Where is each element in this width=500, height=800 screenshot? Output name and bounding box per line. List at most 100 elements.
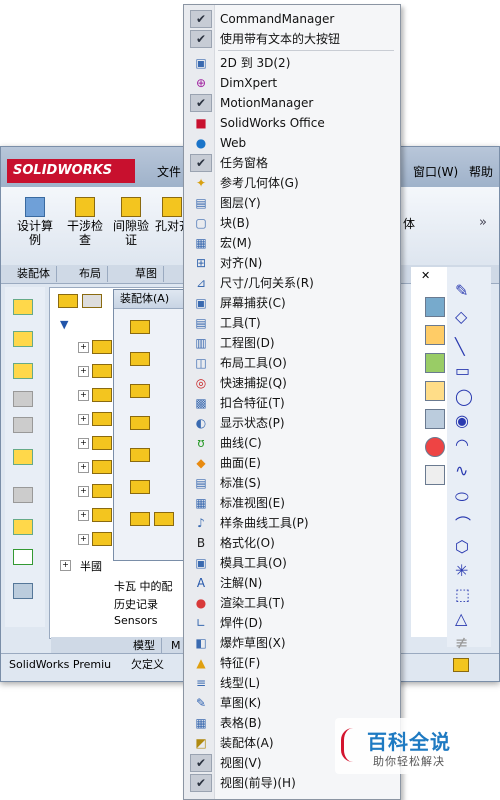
menu-item[interactable]: ✔ CommandManager xyxy=(186,9,398,29)
menu-item[interactable]: ✔ 任务窗格 xyxy=(186,153,398,173)
menu-item[interactable]: ⊿ 尺寸/几何关系(R) xyxy=(186,273,398,293)
design-table-button[interactable]: 设计算 例 xyxy=(13,197,57,247)
menu-item[interactable]: ▩ 扣合特征(T) xyxy=(186,393,398,413)
menu-item[interactable]: ʊ 曲线(C) xyxy=(186,433,398,453)
point-icon[interactable]: ✳ xyxy=(455,561,468,580)
menu-item[interactable]: ▲ 特征(F) xyxy=(186,653,398,673)
line-icon[interactable]: ╲ xyxy=(455,337,465,356)
menu-item[interactable]: ■ SolidWorks Office xyxy=(186,113,398,133)
insert-component-icon[interactable] xyxy=(130,320,150,334)
tool-icon-10[interactable] xyxy=(13,583,33,599)
menu-item[interactable]: ◫ 布局工具(O) xyxy=(186,353,398,373)
tab-sketch[interactable]: 草图 xyxy=(129,266,164,282)
smart-dimension-icon[interactable]: ✎ xyxy=(455,281,468,300)
menu-item[interactable]: ✔ 使用带有文本的大按钮 xyxy=(186,29,398,49)
ribbon-item-body[interactable]: 体 xyxy=(399,217,419,231)
menu-file[interactable]: 文件 xyxy=(157,163,181,180)
mirror-icon[interactable]: △ xyxy=(455,609,467,628)
tree-expander[interactable]: + xyxy=(78,462,89,473)
folder-icon[interactable] xyxy=(425,381,445,401)
menu-item[interactable]: ♪ 样条曲线工具(P) xyxy=(186,513,398,533)
menu-item[interactable]: ⊞ 对齐(N) xyxy=(186,253,398,273)
menu-item[interactable]: ◐ 显示状态(P) xyxy=(186,413,398,433)
tree-expander[interactable]: + xyxy=(78,390,89,401)
tree-expander[interactable]: + xyxy=(78,414,89,425)
new-motion-icon[interactable] xyxy=(154,512,174,526)
menu-item[interactable]: ▤ 标准(S) xyxy=(186,473,398,493)
tree-item-mates[interactable]: 卡瓦 中的配 xyxy=(114,578,173,594)
home-icon[interactable] xyxy=(425,325,445,345)
spline-icon[interactable]: ∿ xyxy=(455,461,468,480)
tool-icon-1[interactable] xyxy=(13,299,33,315)
menu-item[interactable]: ◆ 曲面(E) xyxy=(186,453,398,473)
polygon-icon[interactable]: ⬡ xyxy=(455,537,469,556)
tool-icon-6[interactable] xyxy=(13,449,33,465)
menu-item[interactable]: ▣ 模具工具(O) xyxy=(186,553,398,573)
tree-item-subassembly[interactable]: 半國 xyxy=(80,558,102,574)
clearance-verify-button[interactable]: 间隙验 证 xyxy=(109,197,153,247)
graphics-area[interactable]: ✕ xyxy=(411,267,449,637)
ribbon-more-icon[interactable]: » xyxy=(479,215,487,230)
show-hidden-icon[interactable] xyxy=(130,448,150,462)
tool-icon-5[interactable] xyxy=(13,417,33,433)
view-icon-1[interactable] xyxy=(425,297,445,317)
interference-check-button[interactable]: 干涉检 查 xyxy=(63,197,107,247)
tree-item-history[interactable]: 历史记录 xyxy=(114,596,158,612)
rectangle-icon[interactable]: ▭ xyxy=(455,361,470,380)
close-icon[interactable]: ✕ xyxy=(421,269,430,282)
menu-item[interactable]: ▥ 工程图(D) xyxy=(186,333,398,353)
tree-tab-icon-2[interactable] xyxy=(82,294,102,308)
menu-item[interactable]: ✔ 视图(前导)(H) xyxy=(186,773,398,793)
appearance-icon[interactable] xyxy=(425,437,445,457)
menu-item[interactable]: ◧ 爆炸草图(X) xyxy=(186,633,398,653)
menu-item[interactable]: ≡ 线型(L) xyxy=(186,673,398,693)
menu-item[interactable]: A 注解(N) xyxy=(186,573,398,593)
menu-item[interactable]: ▦ 宏(M) xyxy=(186,233,398,253)
menu-item[interactable]: ● 渲染工具(T) xyxy=(186,593,398,613)
tool-icon-9[interactable] xyxy=(13,549,33,565)
tab-assembly[interactable]: 装配体 xyxy=(11,266,57,282)
chart-icon[interactable] xyxy=(425,353,445,373)
tab-layout[interactable]: 布局 xyxy=(73,266,108,282)
linear-pattern-icon[interactable] xyxy=(130,384,150,398)
arc-icon[interactable]: ◠ xyxy=(455,435,469,454)
tree-expander[interactable]: + xyxy=(78,438,89,449)
tool-icon-7[interactable] xyxy=(13,487,33,503)
tool-icon-4[interactable] xyxy=(13,391,33,407)
menu-item[interactable]: ▤ 工具(T) xyxy=(186,313,398,333)
menu-item[interactable]: B 格式化(O) xyxy=(186,533,398,553)
assembly-feature-icon[interactable] xyxy=(130,480,150,494)
menu-item[interactable]: ● Web xyxy=(186,133,398,153)
menu-item[interactable]: ⊕ DimXpert xyxy=(186,73,398,93)
tool-icon-3[interactable] xyxy=(13,363,33,379)
menu-item[interactable]: ◎ 快速捕捉(Q) xyxy=(186,373,398,393)
menu-item[interactable]: ▦ 标准视图(E) xyxy=(186,493,398,513)
menu-item[interactable]: ▢ 块(B) xyxy=(186,213,398,233)
tree-expander[interactable]: + xyxy=(78,486,89,497)
menu-window[interactable]: 窗口(W) xyxy=(413,163,458,180)
menu-item[interactable]: ▤ 图层(Y) xyxy=(186,193,398,213)
properties-icon[interactable] xyxy=(425,409,445,429)
menu-item[interactable]: ✔ MotionManager xyxy=(186,93,398,113)
circle-icon[interactable]: ◉ xyxy=(455,411,469,430)
tree-expander[interactable]: + xyxy=(78,342,89,353)
menu-item[interactable]: ▣ 2D 到 3D(2) xyxy=(186,53,398,73)
circle-icon[interactable]: ◯ xyxy=(455,387,473,406)
tab-model[interactable]: 模型 xyxy=(127,638,162,654)
tree-expander[interactable]: + xyxy=(78,366,89,377)
tool-icon-2[interactable] xyxy=(13,331,33,347)
tree-expander[interactable]: + xyxy=(78,534,89,545)
ellipse-icon[interactable]: ⬭ xyxy=(455,487,469,507)
offset-icon[interactable]: ⬚ xyxy=(455,585,470,604)
tree-item-sensors[interactable]: Sensors xyxy=(114,614,157,627)
reference-geometry-icon[interactable] xyxy=(130,512,150,526)
tree-expander[interactable]: + xyxy=(60,560,71,571)
tree-expander[interactable]: + xyxy=(78,510,89,521)
tool-icon-8[interactable] xyxy=(13,519,33,535)
mate-icon[interactable] xyxy=(130,352,150,366)
menu-item[interactable]: ✎ 草图(K) xyxy=(186,693,398,713)
tree-tab-icon-1[interactable] xyxy=(58,294,78,308)
centerline-icon[interactable]: ◇ xyxy=(455,307,467,326)
custom-props-icon[interactable] xyxy=(425,465,445,485)
fillet-icon[interactable]: ⌒ xyxy=(455,511,471,535)
